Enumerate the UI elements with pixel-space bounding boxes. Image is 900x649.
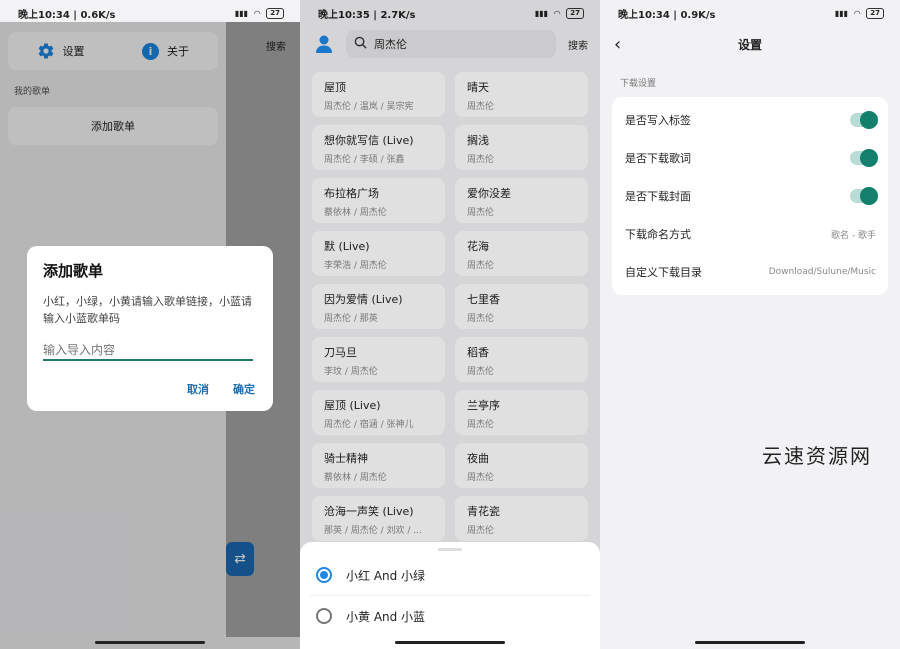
status-time: 晚上10:34 | 0.9K/s [618,9,716,21]
download-lyrics-toggle[interactable] [850,149,878,167]
settings-header: ‹ 设置 [600,26,900,62]
signal-icon: ▮▮▮ [834,8,849,18]
confirm-button[interactable]: 确定 [233,381,255,397]
setting-download-dir[interactable]: 自定义下载目录 Download/Sulune/Music [612,253,888,291]
back-arrow-icon[interactable]: ‹ [614,34,621,55]
page-title: 设置 [737,37,762,52]
home-indicator[interactable] [395,641,505,644]
setting-label: 是否下载歌词 [625,152,691,165]
status-icons: ▮▮▮ ◠ 27 [834,7,884,19]
sheet-handle[interactable] [438,548,462,551]
setting-label: 下载命名方式 [625,228,691,241]
status-time: 晚上10:34 | 0.6K/s [18,9,116,21]
source-option-label: 小黄 And 小蓝 [346,609,426,624]
setting-download-lyrics[interactable]: 是否下载歌词 [612,139,888,177]
radio-selected-icon[interactable] [316,567,332,583]
download-settings-card: 是否写入标签 是否下载歌词 是否下载封面 下载命名方式 歌名 - 歌手 自定义下… [612,97,888,295]
setting-value: Download/Sulune/Music [768,267,876,277]
battery-icon: 27 [266,7,284,19]
source-option[interactable]: 小红 And 小绿 [300,555,600,595]
screen-settings: 晚上10:34 | 0.9K/s ▮▮▮ ◠ 27 ‹ 设置 下载设置 是否写入… [600,0,900,649]
screen-search-results: 晚上10:35 | 2.7K/s ▮▮▮ ◠ 27 周杰伦 搜索 屋顶 周杰伦 /… [300,0,600,649]
import-input[interactable] [43,341,253,361]
dialog-actions: 取消 确定 [187,381,255,397]
home-indicator[interactable] [695,641,805,644]
dialog-title: 添加歌单 [43,262,104,280]
download-cover-toggle[interactable] [850,187,878,205]
signal-icon: ▮▮▮ [234,8,249,18]
source-option-label: 小红 And 小绿 [346,568,426,583]
home-indicator[interactable] [95,641,205,644]
write-tags-toggle[interactable] [850,111,878,129]
setting-label: 自定义下载目录 [625,266,702,279]
battery-icon: 27 [866,7,884,19]
cancel-button[interactable]: 取消 [187,381,209,397]
setting-naming-format[interactable]: 下载命名方式 歌名 - 歌手 [612,215,888,253]
source-bottom-sheet: 小红 And 小绿 小黄 And 小蓝 [300,542,600,649]
radio-unselected-icon[interactable] [316,608,332,624]
setting-write-tags[interactable]: 是否写入标签 [612,101,888,139]
setting-value: 歌名 - 歌手 [831,230,876,241]
section-heading: 下载设置 [620,79,657,89]
dialog-message: 小红，小绿，小黄请输入歌单链接，小蓝请输入小蓝歌单码 [43,295,252,325]
setting-label: 是否下载封面 [625,190,691,203]
setting-label: 是否写入标签 [625,114,691,127]
watermark-text: 云速资源网 [762,444,872,468]
wifi-icon: ◠ [854,8,861,18]
add-playlist-dialog: 添加歌单 小红，小绿，小黄请输入歌单链接，小蓝请输入小蓝歌单码 取消 确定 [27,246,273,411]
source-option[interactable]: 小黄 And 小蓝 [300,596,600,636]
setting-download-cover[interactable]: 是否下载封面 [612,177,888,215]
status-bar: 晚上10:34 | 0.9K/s ▮▮▮ ◠ 27 [600,0,900,26]
wifi-icon: ◠ [254,8,261,18]
screen-add-playlist: 晚上10:34 | 0.6K/s ▮▮▮ ◠ 27 设置 i 关于 我的歌单 添… [0,0,300,649]
status-icons: ▮▮▮ ◠ 27 [234,7,284,19]
